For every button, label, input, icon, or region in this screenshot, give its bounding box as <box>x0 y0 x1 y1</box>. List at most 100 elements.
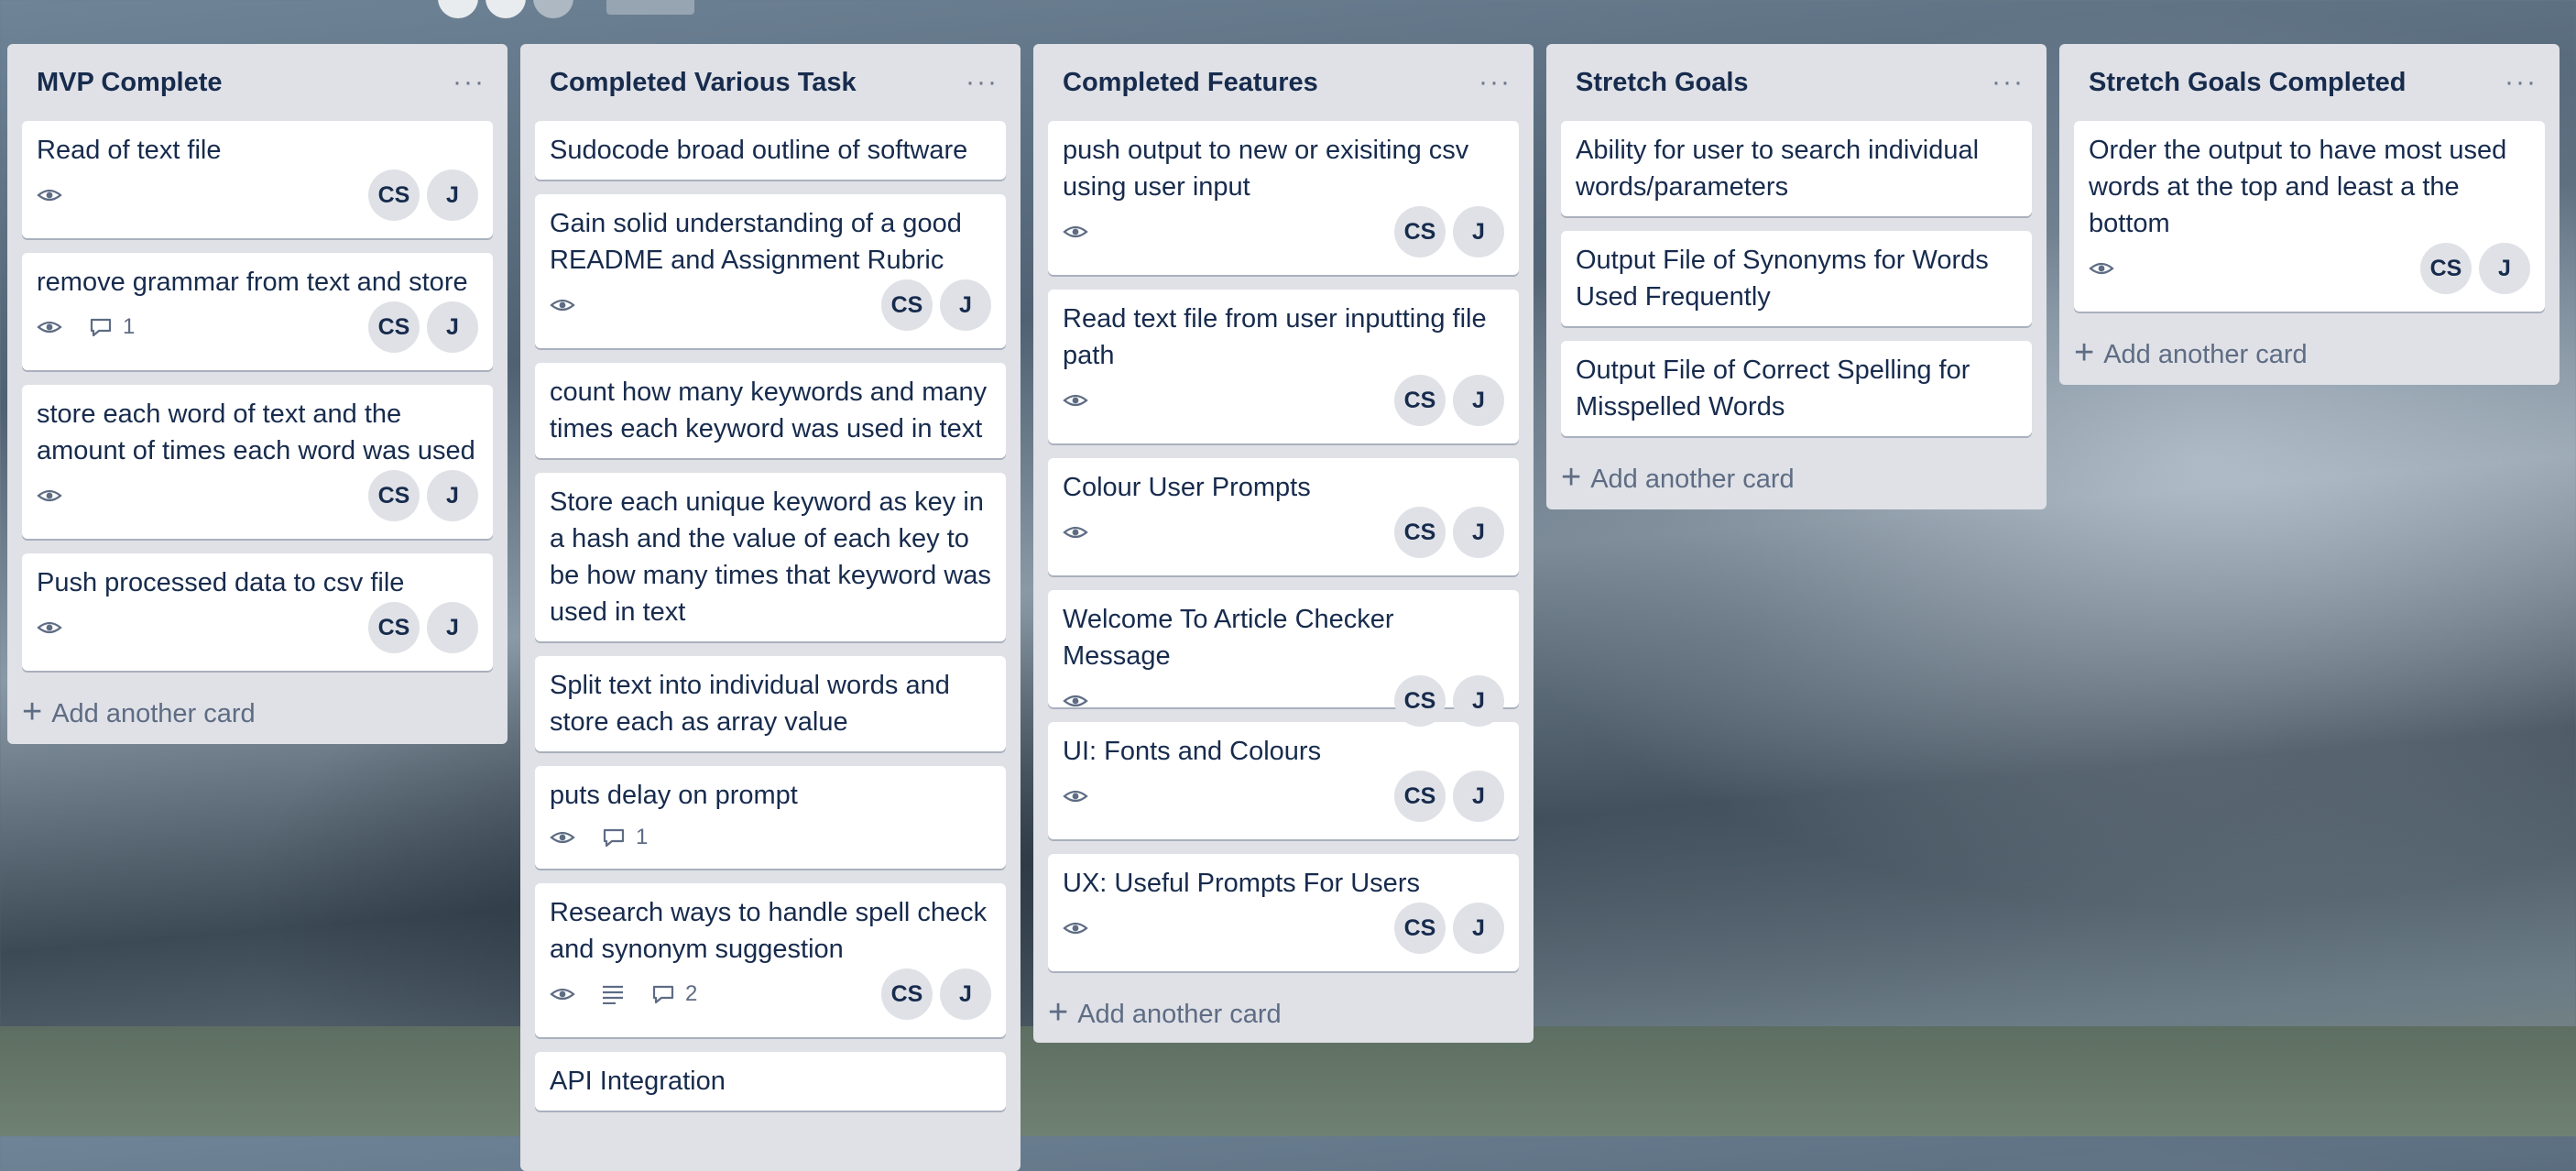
card-badges: CS J <box>1063 770 1504 823</box>
card[interactable]: UI: Fonts and Colours CS J <box>1048 722 1519 839</box>
card[interactable]: Sudocode broad outline of software <box>535 121 1006 180</box>
card-badges: CS J <box>550 279 991 332</box>
member-avatar[interactable]: CS <box>1394 903 1446 954</box>
list-title[interactable]: Completed Various Task <box>550 68 857 98</box>
add-card-button[interactable]: + Add another card <box>1048 986 1519 1043</box>
card[interactable]: push output to new or exisiting csv usin… <box>1048 121 1519 275</box>
comment-count: 1 <box>123 314 136 339</box>
watch-icon <box>1063 692 1088 710</box>
header-avatar[interactable] <box>438 0 478 18</box>
list-menu-icon[interactable]: ··· <box>1479 69 1519 96</box>
card[interactable]: Colour User Prompts CS J <box>1048 458 1519 575</box>
member-avatar[interactable]: J <box>427 470 478 521</box>
member-avatar[interactable]: J <box>1453 771 1504 822</box>
member-avatar[interactable]: J <box>1453 903 1504 954</box>
watch-icon <box>550 296 575 314</box>
member-avatar[interactable]: CS <box>1394 206 1446 257</box>
background-lake <box>0 1026 2576 1136</box>
comment-badge: 2 <box>650 981 697 1007</box>
member-avatar[interactable]: CS <box>1394 675 1446 727</box>
comment-icon <box>603 828 625 848</box>
member-avatar[interactable]: CS <box>881 279 933 331</box>
member-avatar[interactable]: J <box>940 279 991 331</box>
member-avatar[interactable]: CS <box>1394 771 1446 822</box>
card[interactable]: Gain solid understanding of a good READM… <box>535 194 1006 348</box>
add-card-button[interactable]: + Add another card <box>22 685 493 742</box>
list-header: Stretch Goals Completed ··· <box>2074 44 2545 121</box>
member-avatar[interactable]: CS <box>2420 243 2472 294</box>
card-title: Output File of Synonyms for Words Used F… <box>1576 246 1989 312</box>
member-avatar[interactable]: CS <box>881 969 933 1020</box>
member-avatar[interactable]: CS <box>368 470 420 521</box>
member-avatar[interactable]: CS <box>1394 375 1446 426</box>
watch-icon <box>1063 523 1088 542</box>
list-completed-various-task: Completed Various Task ··· Sudocode broa… <box>520 44 1021 1171</box>
card[interactable]: count how many keywords and many times e… <box>535 363 1006 458</box>
member-avatar[interactable]: J <box>427 301 478 353</box>
watch-icon <box>2089 259 2114 278</box>
member-avatar[interactable]: J <box>1453 675 1504 727</box>
list-menu-icon[interactable]: ··· <box>966 69 1006 96</box>
member-avatar[interactable]: CS <box>368 170 420 221</box>
member-avatar[interactable]: J <box>940 969 991 1020</box>
header-invite-button[interactable] <box>606 0 694 15</box>
card[interactable]: API Integration <box>535 1052 1006 1111</box>
watch-icon <box>37 186 62 204</box>
member-avatar[interactable]: CS <box>1394 507 1446 558</box>
card-title: API Integration <box>550 1067 726 1096</box>
card[interactable]: Welcome To Article Checker Message CS J <box>1048 590 1519 727</box>
list-menu-icon[interactable]: ··· <box>453 69 493 96</box>
member-avatar[interactable]: J <box>2479 243 2530 294</box>
card[interactable]: Split text into individual words and sto… <box>535 656 1006 751</box>
card-badges: CS J <box>37 169 478 222</box>
add-card-label: Add another card <box>51 698 256 728</box>
member-avatar[interactable]: CS <box>368 301 420 353</box>
member-avatar[interactable]: J <box>1453 507 1504 558</box>
list-menu-icon[interactable]: ··· <box>2505 69 2545 96</box>
card[interactable]: Read of text file CS J <box>22 121 493 238</box>
member-avatar[interactable]: J <box>427 170 478 221</box>
card[interactable]: puts delay on prompt 1 <box>535 766 1006 869</box>
add-card-button[interactable]: + Add another card <box>1561 451 2032 508</box>
member-avatar[interactable]: CS <box>368 602 420 653</box>
header-avatar[interactable] <box>533 0 573 18</box>
card-title: Order the output to have most used words… <box>2089 136 2507 238</box>
card[interactable]: Ability for user to search individual wo… <box>1561 121 2032 216</box>
card[interactable]: Push processed data to csv file CS J <box>22 553 493 671</box>
watch-icon <box>1063 223 1088 241</box>
card[interactable]: Output File of Synonyms for Words Used F… <box>1561 231 2032 326</box>
list-title[interactable]: Completed Features <box>1063 68 1318 98</box>
member-avatar[interactable]: J <box>1453 206 1504 257</box>
watch-icon <box>550 828 575 847</box>
card[interactable]: Read text file from user inputting file … <box>1048 290 1519 443</box>
card-title: Ability for user to search individual wo… <box>1576 136 1980 202</box>
list-title[interactable]: Stretch Goals Completed <box>2089 68 2406 98</box>
card-title: Colour User Prompts <box>1063 473 1311 502</box>
card-title: Research ways to handle spell check and … <box>550 898 988 964</box>
card[interactable]: Output File of Correct Spelling for Miss… <box>1561 341 2032 436</box>
card-title: Output File of Correct Spelling for Miss… <box>1576 356 1970 421</box>
card[interactable]: Research ways to handle spell check and … <box>535 883 1006 1037</box>
add-card-button[interactable]: + Add another card <box>2074 326 2545 383</box>
card[interactable]: Order the output to have most used words… <box>2074 121 2545 312</box>
card-title: Read text file from user inputting file … <box>1063 304 1487 370</box>
member-avatar[interactable]: J <box>427 602 478 653</box>
card[interactable]: UX: Useful Prompts For Users CS J <box>1048 854 1519 971</box>
comment-badge: 1 <box>88 314 135 340</box>
list-title[interactable]: Stretch Goals <box>1576 68 1749 98</box>
card[interactable]: remove grammar from text and store 1 CS … <box>22 253 493 370</box>
list-header: Completed Features ··· <box>1048 44 1519 121</box>
list-menu-icon[interactable]: ··· <box>1992 69 2032 96</box>
card-badges: 1 CS J <box>37 301 478 354</box>
card-badges: CS J <box>1063 506 1504 559</box>
card[interactable]: store each word of text and the amount o… <box>22 385 493 539</box>
member-avatar[interactable]: J <box>1453 375 1504 426</box>
card[interactable]: Store each unique keyword as key in a ha… <box>535 473 1006 641</box>
card-title: Push processed data to csv file <box>37 568 405 597</box>
plus-icon: + <box>1561 458 1582 497</box>
card-title: Gain solid understanding of a good READM… <box>550 209 962 275</box>
header-avatar[interactable] <box>486 0 526 18</box>
plus-icon: + <box>2074 334 2095 372</box>
list-completed-features: Completed Features ··· push output to ne… <box>1033 44 1534 1043</box>
list-title[interactable]: MVP Complete <box>37 68 223 98</box>
